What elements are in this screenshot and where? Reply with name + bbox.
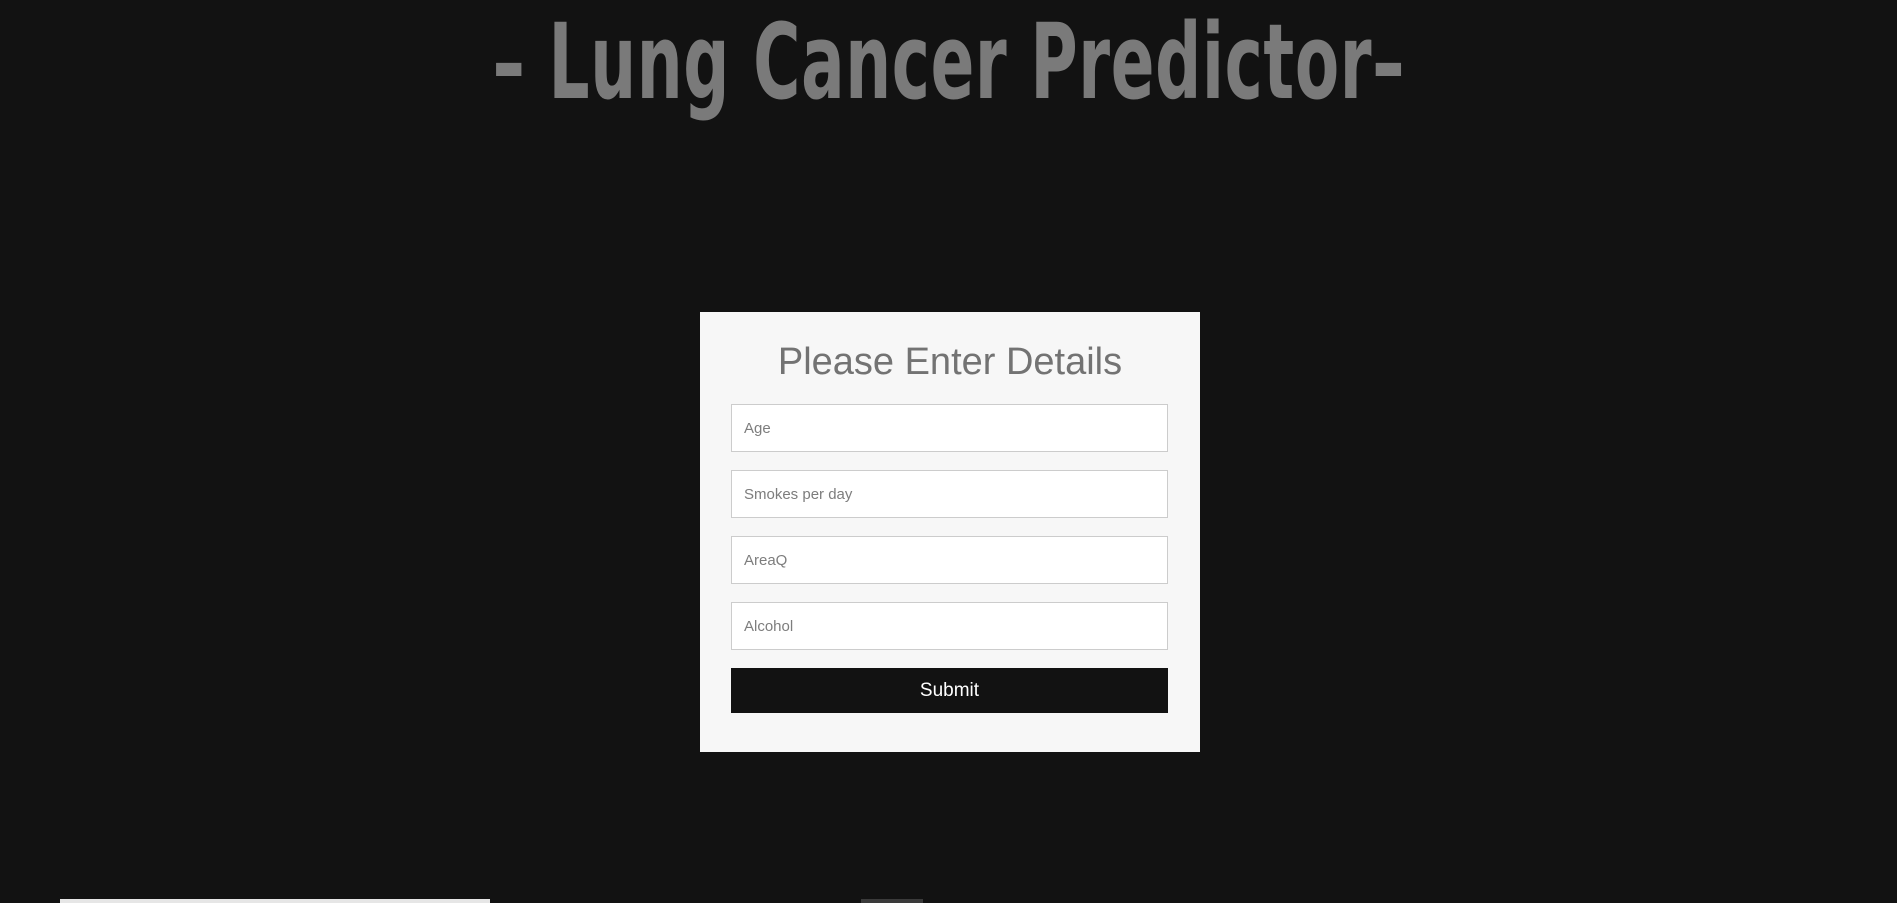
details-form: Please Enter Details Submit <box>700 312 1200 752</box>
age-input[interactable] <box>731 404 1168 452</box>
app-title-text: – Lung Cancer Predictor– <box>492 1 1405 123</box>
areaq-input[interactable] <box>731 536 1168 584</box>
app-title: – Lung Cancer Predictor– <box>0 0 1897 130</box>
alcohol-input[interactable] <box>731 602 1168 650</box>
submit-button[interactable]: Submit <box>731 668 1168 713</box>
bottom-bar-middle <box>861 899 923 903</box>
page: – Lung Cancer Predictor– Please Enter De… <box>0 0 1897 903</box>
form-heading: Please Enter Details <box>777 341 1123 383</box>
smokes-per-day-input[interactable] <box>731 470 1168 518</box>
bottom-bar-left <box>60 899 490 903</box>
